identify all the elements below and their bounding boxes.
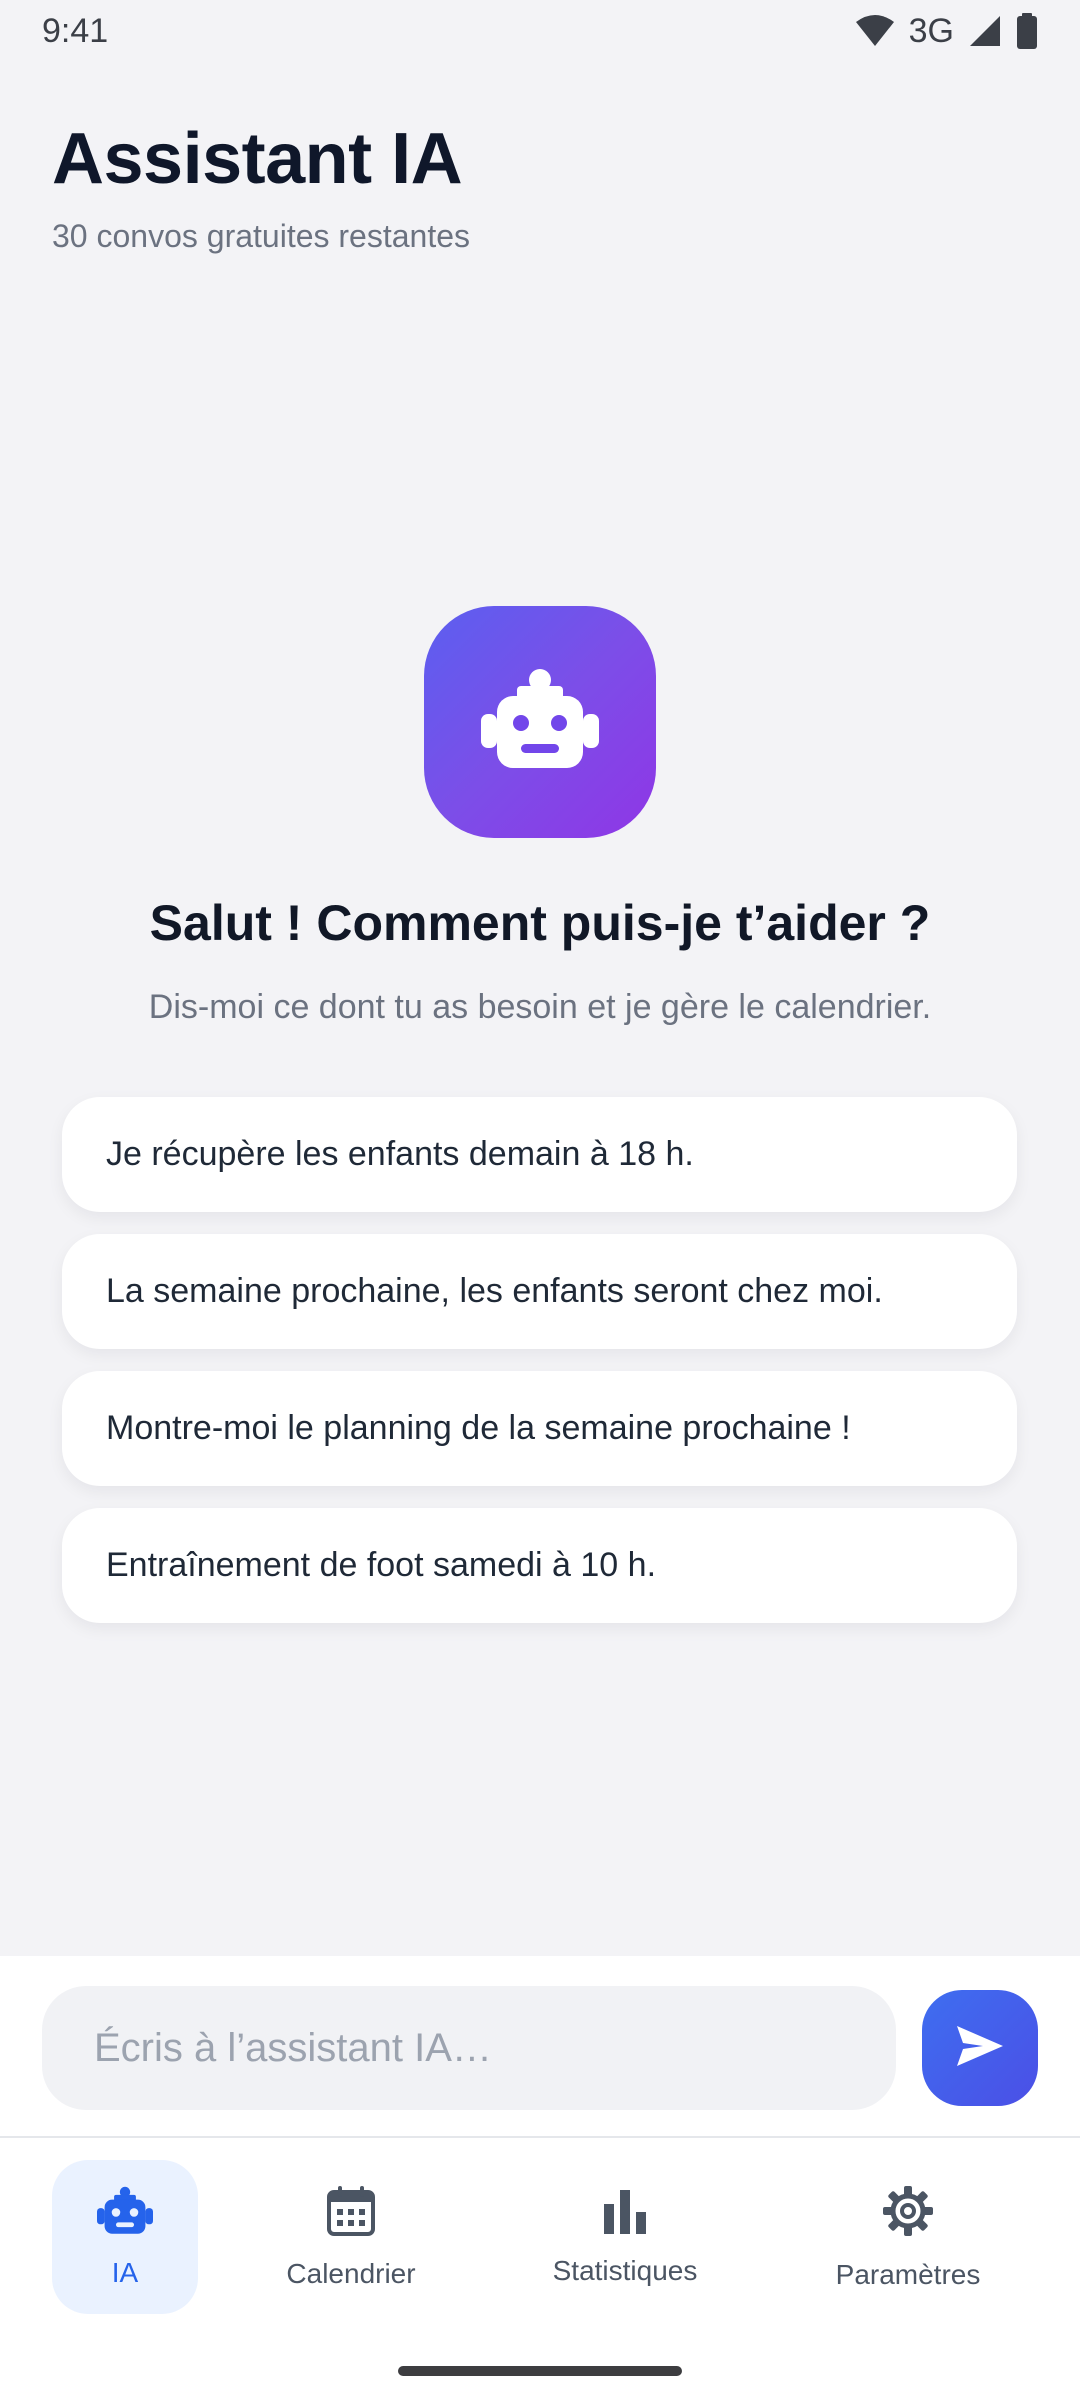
greeting-heading: Salut ! Comment puis-je t’aider ? xyxy=(149,895,931,951)
suggestion-chip[interactable]: La semaine prochaine, les enfants seront… xyxy=(62,1234,1017,1349)
greeting-subtext: Dis-moi ce dont tu as besoin et je gère … xyxy=(148,988,932,1026)
nav-item-ia[interactable]: IA xyxy=(52,2160,198,2314)
status-icons: 3G xyxy=(855,12,1038,51)
suggestion-list: Je récupère les enfants demain à 18 h. L… xyxy=(62,1097,1017,1645)
header: Assistant IA 30 convos gratuites restant… xyxy=(52,118,470,255)
suggestion-chip[interactable]: Entraînement de foot samedi à 10 h. xyxy=(62,1508,1017,1623)
nav-item-statistiques[interactable]: Statistiques xyxy=(530,2160,720,2314)
home-indicator[interactable] xyxy=(398,2366,682,2376)
robot-icon xyxy=(481,668,599,777)
free-conversations-remaining: 30 convos gratuites restantes xyxy=(52,218,471,254)
assistant-logo-tile xyxy=(424,606,656,838)
nav-item-calendrier[interactable]: Calendrier xyxy=(266,2160,436,2314)
network-type: 3G xyxy=(908,11,954,50)
page-title: Assistant IA xyxy=(52,119,463,199)
composer-bar xyxy=(0,1956,1080,2138)
signal-icon xyxy=(968,14,1002,48)
send-button[interactable] xyxy=(922,1990,1038,2106)
calendar-icon xyxy=(326,2185,376,2242)
message-input[interactable] xyxy=(42,1986,896,2110)
bottom-navigation: IA Calendrier Statistiques Paramètres xyxy=(0,2138,1080,2400)
nav-label: Statistiques xyxy=(552,2254,698,2286)
send-icon xyxy=(955,2024,1005,2073)
nav-label: IA xyxy=(111,2256,139,2288)
status-bar: 9:41 3G xyxy=(0,0,1080,62)
suggestion-chip[interactable]: Je récupère les enfants demain à 18 h. xyxy=(62,1097,1017,1212)
suggestion-chip[interactable]: Montre-moi le planning de la semaine pro… xyxy=(62,1371,1017,1486)
nav-item-parametres[interactable]: Paramètres xyxy=(810,2160,1006,2314)
bar-chart-icon xyxy=(602,2188,648,2239)
battery-icon xyxy=(1016,13,1038,49)
gear-icon xyxy=(881,2184,935,2243)
nav-label: Paramètres xyxy=(835,2258,981,2290)
nav-label: Calendrier xyxy=(286,2257,416,2289)
wifi-icon xyxy=(855,14,895,48)
status-time: 9:41 xyxy=(42,11,109,50)
robot-icon xyxy=(97,2186,153,2241)
